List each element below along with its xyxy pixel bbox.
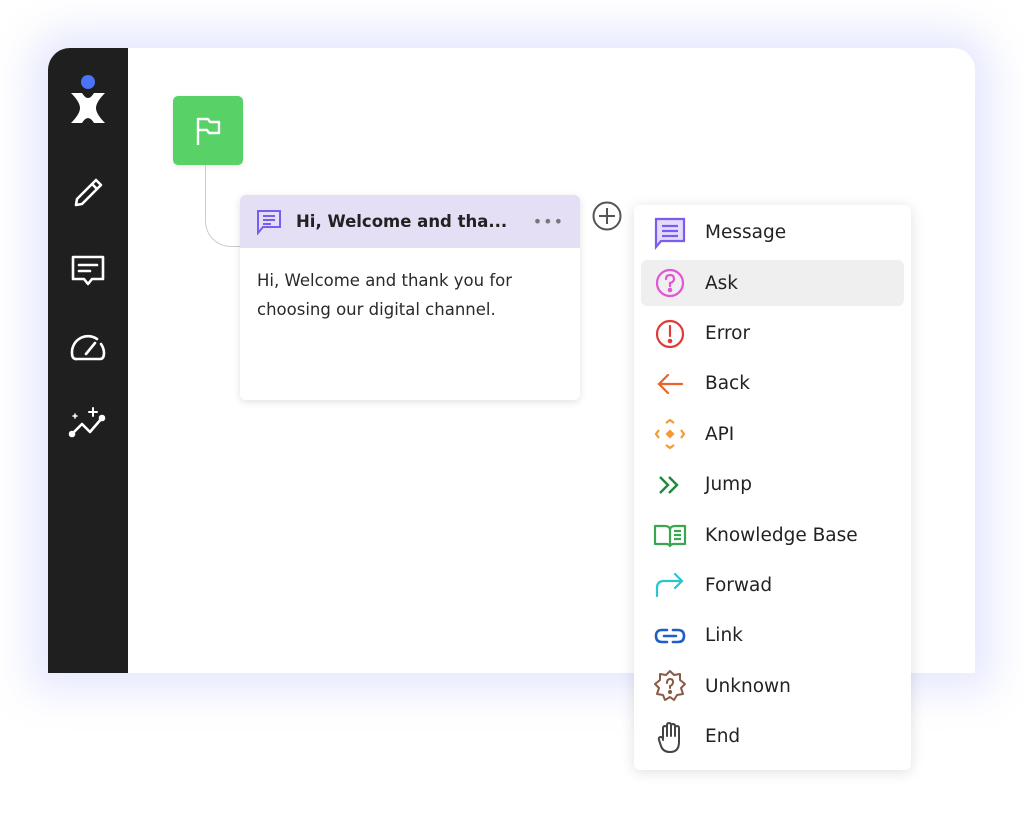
menu-item-end[interactable]: End [641,714,904,760]
book-icon [653,524,687,548]
arrow-left-icon [657,373,684,395]
menu-item-label: Message [705,222,787,244]
message-node-card[interactable]: Hi, Welcome and tha... ••• Hi, Welcome a… [240,195,580,400]
menu-item-label: Ask [705,272,739,294]
sparkle-chart-icon[interactable] [68,403,108,443]
menu-item-label: Link [705,625,743,647]
gauge-icon[interactable] [68,327,108,367]
api-icon [654,418,686,450]
start-node[interactable] [173,96,243,165]
menu-item-api[interactable]: API [641,412,904,458]
message-icon [257,209,281,235]
menu-item-back[interactable]: Back [641,361,904,407]
more-options-button[interactable]: ••• [533,212,564,231]
message-icon [654,217,686,250]
hand-icon [657,721,680,753]
menu-item-error[interactable]: Error [641,311,904,357]
menu-item-jump[interactable]: Jump [641,462,904,508]
add-node-button[interactable] [592,201,622,231]
menu-item-label: Forwad [705,574,773,596]
menu-item-message[interactable]: Message [641,210,904,256]
menu-item-label: Jump [705,474,752,496]
menu-item-label: Error [705,323,751,345]
menu-item-label: Unknown [705,675,791,697]
forward-arrow-icon [655,573,684,598]
logo-icon[interactable] [68,75,108,123]
connector-line [205,165,242,247]
menu-item-label: Knowledge Base [705,524,858,546]
flag-icon [196,117,221,145]
card-header: Hi, Welcome and tha... ••• [240,195,580,248]
exclamation-circle-icon [655,319,685,348]
menu-item-label: End [705,726,741,748]
message-icon[interactable] [68,251,108,291]
unknown-badge-icon [654,670,686,702]
card-body-text: Hi, Welcome and thank you for choosing o… [257,271,513,319]
double-chevron-icon [659,475,679,494]
link-icon [654,628,686,644]
menu-item-knowledge-base[interactable]: Knowledge Base [641,512,904,558]
sidebar [48,48,128,673]
menu-item-label: Back [705,373,750,395]
menu-item-link[interactable]: Link [641,613,904,659]
menu-item-label: API [705,423,735,445]
menu-item-forward[interactable]: Forwad [641,563,904,609]
card-title: Hi, Welcome and tha... [296,212,508,231]
pencil-icon[interactable] [68,173,108,213]
question-circle-icon [655,269,685,298]
node-type-menu: Message Ask Error Back API Jump Knowledg… [634,205,911,770]
menu-item-unknown[interactable]: Unknown [641,664,904,710]
menu-item-ask[interactable]: Ask [641,260,904,306]
